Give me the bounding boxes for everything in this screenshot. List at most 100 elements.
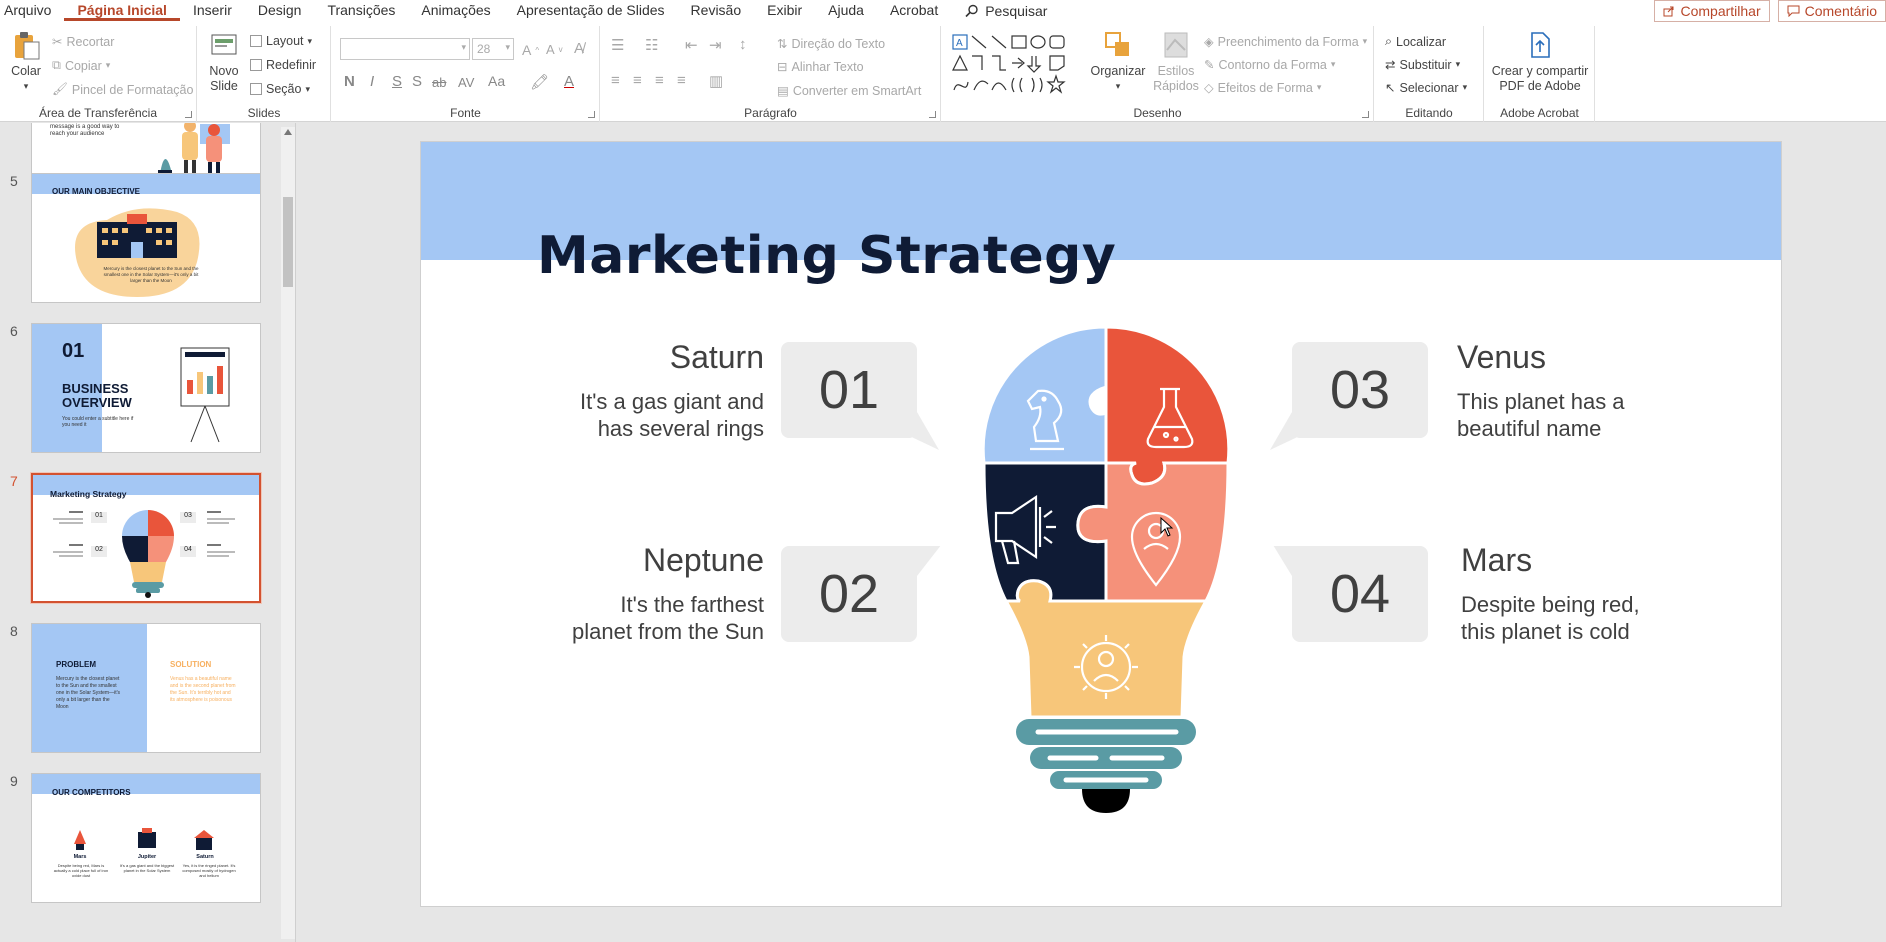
- slide-canvas[interactable]: Marketing Strategy Saturn It's a gas gia…: [420, 141, 1782, 907]
- increase-indent-icon[interactable]: ⇥: [709, 36, 722, 54]
- reset-button[interactable]: Redefinir: [250, 58, 316, 72]
- tab-arquivo[interactable]: Arquivo: [0, 0, 64, 22]
- align-left-icon[interactable]: ≡: [611, 72, 620, 89]
- arrange-button[interactable]: Organizar ▾: [1090, 30, 1146, 94]
- font-size-dropdown[interactable]: 28 ▾: [472, 38, 514, 60]
- slide-thumbnail-5[interactable]: OUR MAIN OBJECTIVE Mercury is the closes…: [31, 173, 261, 303]
- select-button[interactable]: ↖ Selecionar ▾: [1385, 80, 1467, 96]
- thumbnail-title-2: SOLUTION: [170, 660, 212, 669]
- font-name-dropdown[interactable]: ▾: [340, 38, 470, 60]
- point-title-04[interactable]: Mars: [1461, 542, 1532, 579]
- group-font: ▾ 28 ▾ A ^ Av A̸ N I S S ab AV Aa 🖍 A Font…: [332, 26, 600, 122]
- clear-format-icon[interactable]: A̸: [574, 40, 584, 57]
- strikethrough-button[interactable]: ab: [432, 75, 446, 90]
- bold-button[interactable]: N: [344, 73, 355, 90]
- number-bubble-03[interactable]: 03: [1268, 342, 1438, 452]
- dialog-launcher-icon[interactable]: [185, 111, 192, 118]
- slide-thumbnail-6[interactable]: 01 BUSINESS OVERVIEW You could enter a s…: [31, 323, 261, 453]
- thumbnail-text-2: Venus has a beautiful name and is the se…: [170, 676, 236, 703]
- thumbnail-competitor-desc-1: Despite being red, Mars is actually a co…: [53, 863, 109, 878]
- shapes-gallery[interactable]: A: [950, 32, 1082, 98]
- shadow-button[interactable]: S: [412, 73, 422, 90]
- find-button[interactable]: ⌕ Localizar: [1385, 34, 1446, 49]
- format-painter-button[interactable]: 🖌 Pincel de Formatação: [52, 82, 193, 97]
- thumbnails-scrollbar[interactable]: [281, 127, 295, 939]
- line-spacing-icon[interactable]: ↕: [739, 36, 747, 53]
- grow-font-button[interactable]: A ^: [522, 42, 539, 58]
- tab-revisao[interactable]: Revisão: [678, 0, 755, 22]
- dialog-launcher-icon[interactable]: [929, 111, 936, 118]
- slide-thumbnail-7[interactable]: Marketing Strategy 01 02 03 04: [31, 473, 261, 603]
- shape-fill-button[interactable]: ◈ Preenchimento da Forma ▾: [1204, 34, 1367, 50]
- point-desc-01[interactable]: It's a gas giant and has several rings: [580, 388, 764, 442]
- paste-button[interactable]: Colar ▾: [6, 30, 46, 94]
- align-right-icon[interactable]: ≡: [655, 72, 664, 89]
- slide-thumbnail-8[interactable]: PROBLEM Mercury is the closest planet to…: [31, 623, 261, 753]
- columns-icon[interactable]: ▥: [709, 72, 723, 90]
- scrollbar-thumb[interactable]: [283, 197, 293, 287]
- shrink-font-button[interactable]: Av: [546, 42, 563, 57]
- dialog-launcher-icon[interactable]: [1362, 111, 1369, 118]
- paint-bucket-icon: ◈: [1204, 35, 1214, 49]
- number-bubble-01[interactable]: 01: [781, 342, 941, 452]
- quick-styles-button[interactable]: Estilos Rápidos: [1148, 30, 1204, 94]
- decrease-indent-icon[interactable]: ⇤: [685, 36, 698, 54]
- dialog-launcher-icon[interactable]: [588, 111, 595, 118]
- slide-title[interactable]: Marketing Strategy: [537, 226, 1116, 286]
- justify-icon[interactable]: ≡: [677, 72, 686, 89]
- number-bubble-02[interactable]: 02: [781, 546, 951, 646]
- tab-acrobat[interactable]: Acrobat: [877, 0, 951, 22]
- thumbnail-title: PROBLEM: [56, 660, 96, 669]
- comments-button[interactable]: Comentário: [1777, 0, 1886, 22]
- section-button[interactable]: Seção ▾: [250, 82, 310, 96]
- smartart-button[interactable]: ▤ Converter em SmartArt: [777, 83, 921, 99]
- numbering-icon[interactable]: ☷: [645, 36, 658, 54]
- underline-button[interactable]: S: [392, 73, 402, 90]
- align-center-icon[interactable]: ≡: [633, 72, 642, 89]
- text-direction-button[interactable]: ⇅ Direção do Texto: [777, 36, 885, 52]
- comment-icon: [1787, 5, 1800, 17]
- create-pdf-button[interactable]: Crear y compartir PDF de Adobe: [1485, 30, 1595, 94]
- point-title-03[interactable]: Venus: [1457, 339, 1546, 376]
- shape-effects-button[interactable]: ◇ Efeitos de Forma ▾: [1204, 80, 1321, 96]
- mini-bulb-icon: [122, 510, 174, 598]
- copy-button[interactable]: ⧉ Copiar ▾: [52, 58, 110, 73]
- tab-animacoes[interactable]: Animações: [408, 0, 503, 22]
- cut-button[interactable]: ✂ Recortar: [52, 34, 114, 50]
- tab-ajuda[interactable]: Ajuda: [815, 0, 877, 22]
- point-title-01[interactable]: Saturn: [670, 339, 764, 376]
- slide-number-5: 5: [10, 173, 18, 189]
- copy-icon: ⧉: [52, 58, 61, 72]
- scroll-up-icon[interactable]: [284, 129, 292, 135]
- slide-thumbnail-9[interactable]: OUR COMPETITORS Mars Jupiter Saturn Desp…: [31, 773, 261, 903]
- group-editing: ⌕ Localizar ⇄ Substituir ▾ ↖ Selecionar ▾ Edi…: [1375, 26, 1484, 122]
- change-case-button[interactable]: Aa: [488, 73, 505, 89]
- replace-button[interactable]: ⇄ Substituir ▾: [1385, 57, 1460, 73]
- bullets-icon[interactable]: ☰: [611, 36, 624, 54]
- tab-apresentacao[interactable]: Apresentação de Slides: [504, 0, 678, 22]
- number-bubble-04[interactable]: 04: [1268, 546, 1438, 646]
- point-desc-04[interactable]: Despite being red, this planet is cold: [1461, 591, 1640, 645]
- font-color-icon[interactable]: A: [564, 73, 574, 90]
- char-spacing-button[interactable]: AV: [458, 75, 474, 90]
- italic-button[interactable]: I: [370, 73, 374, 90]
- slide-thumbnails-pane: message is a good way to reach your audi…: [0, 123, 296, 942]
- search-box[interactable]: Pesquisar: [951, 3, 1047, 19]
- point-desc-02[interactable]: It's the farthest planet from the Sun: [572, 591, 764, 645]
- tab-design[interactable]: Design: [245, 0, 315, 22]
- tab-pagina-inicial[interactable]: Página Inicial: [64, 1, 180, 21]
- layout-button[interactable]: Layout ▾: [250, 34, 312, 48]
- tab-exibir[interactable]: Exibir: [754, 0, 815, 22]
- highlight-color-icon[interactable]: 🖍: [530, 73, 549, 91]
- point-desc-03[interactable]: This planet has a beautiful name: [1457, 388, 1625, 442]
- tab-inserir[interactable]: Inserir: [180, 0, 245, 22]
- shape-outline-button[interactable]: ✎ Contorno da Forma ▾: [1204, 57, 1335, 73]
- new-slide-button[interactable]: Novo Slide: [204, 30, 244, 94]
- new-slide-icon: [211, 34, 237, 55]
- share-button[interactable]: Compartilhar: [1654, 0, 1770, 22]
- tab-transicoes[interactable]: Transições: [314, 0, 408, 22]
- puzzle-lightbulb[interactable]: [946, 327, 1266, 827]
- group-acrobat: Crear y compartir PDF de Adobe Adobe Acr…: [1485, 26, 1595, 122]
- point-title-02[interactable]: Neptune: [643, 542, 764, 579]
- align-text-button[interactable]: ⊟ Alinhar Texto: [777, 59, 864, 75]
